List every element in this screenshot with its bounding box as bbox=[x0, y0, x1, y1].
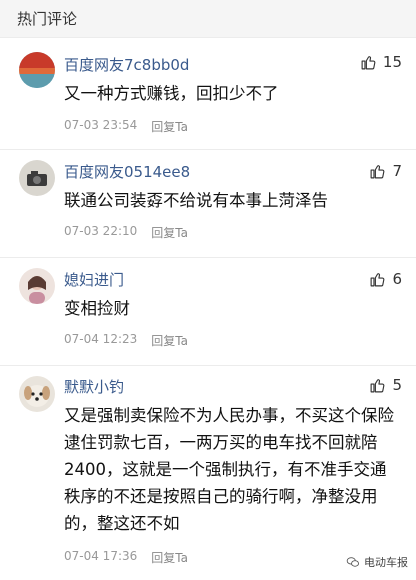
comment-username[interactable]: 默默小钓 bbox=[64, 376, 124, 397]
comment-text: 联通公司装孬不给说有本事上菏泽告 bbox=[64, 191, 328, 210]
comment-username[interactable]: 百度网友7c8bb0d bbox=[64, 54, 189, 75]
comment-time: 07-03 22:10 bbox=[64, 224, 138, 238]
reply-link[interactable]: 回复Ta bbox=[151, 332, 188, 349]
watermark: 电动车报 bbox=[346, 554, 408, 570]
like-button[interactable]: 7 bbox=[369, 162, 402, 180]
avatar[interactable] bbox=[19, 52, 55, 88]
like-button[interactable]: 5 bbox=[369, 376, 402, 394]
comment-item: 百度网友7c8bb0d 15 又一种方式赚钱，回扣少不了 07-03 23:54… bbox=[0, 38, 416, 150]
like-button[interactable]: 15 bbox=[360, 53, 402, 71]
like-count: 5 bbox=[392, 376, 402, 394]
avatar[interactable] bbox=[19, 160, 55, 196]
avatar[interactable] bbox=[19, 376, 55, 412]
comment-text: 又是强制卖保险不为人民办事，不买这个保险逮住罚款七百，一两万买的电车找不回就陪2… bbox=[64, 406, 394, 533]
thumbs-up-icon bbox=[360, 54, 377, 71]
like-button[interactable]: 6 bbox=[369, 270, 402, 288]
comment-username[interactable]: 百度网友0514ee8 bbox=[64, 161, 190, 182]
watermark-text: 电动车报 bbox=[364, 556, 408, 569]
comment-item: 媳妇进门 6 变相捡财 07-04 12:23 回复Ta bbox=[0, 258, 416, 366]
comment-item: 百度网友0514ee8 7 联通公司装孬不给说有本事上菏泽告 07-03 22:… bbox=[0, 150, 416, 258]
comment-time: 07-04 17:36 bbox=[64, 549, 138, 563]
reply-link[interactable]: 回复Ta bbox=[151, 549, 188, 566]
hot-comments-header: 热门评论 bbox=[0, 0, 416, 38]
thumbs-up-icon bbox=[369, 377, 386, 394]
comment-text: 变相捡财 bbox=[64, 299, 130, 318]
comment-item: 默默小钓 5 又是强制卖保险不为人民办事，不买这个保险逮住罚款七百，一两万买的电… bbox=[0, 366, 416, 580]
comment-text: 又一种方式赚钱，回扣少不了 bbox=[64, 84, 279, 103]
reply-link[interactable]: 回复Ta bbox=[151, 224, 188, 241]
reply-link[interactable]: 回复Ta bbox=[151, 118, 188, 135]
like-count: 6 bbox=[392, 270, 402, 288]
comment-meta: 07-04 12:23 回复Ta bbox=[64, 332, 188, 349]
comment-time: 07-03 23:54 bbox=[64, 118, 138, 132]
comment-meta: 07-03 23:54 回复Ta bbox=[64, 118, 188, 135]
wechat-icon bbox=[346, 555, 360, 569]
avatar[interactable] bbox=[19, 268, 55, 304]
comment-time: 07-04 12:23 bbox=[64, 332, 138, 346]
thumbs-up-icon bbox=[369, 163, 386, 180]
hot-comments-title: 热门评论 bbox=[17, 10, 78, 28]
like-count: 15 bbox=[382, 53, 402, 71]
like-count: 7 bbox=[392, 162, 402, 180]
comment-meta: 07-04 17:36 回复Ta bbox=[64, 549, 188, 566]
comment-username[interactable]: 媳妇进门 bbox=[64, 269, 124, 290]
comment-meta: 07-03 22:10 回复Ta bbox=[64, 224, 188, 241]
thumbs-up-icon bbox=[369, 271, 386, 288]
